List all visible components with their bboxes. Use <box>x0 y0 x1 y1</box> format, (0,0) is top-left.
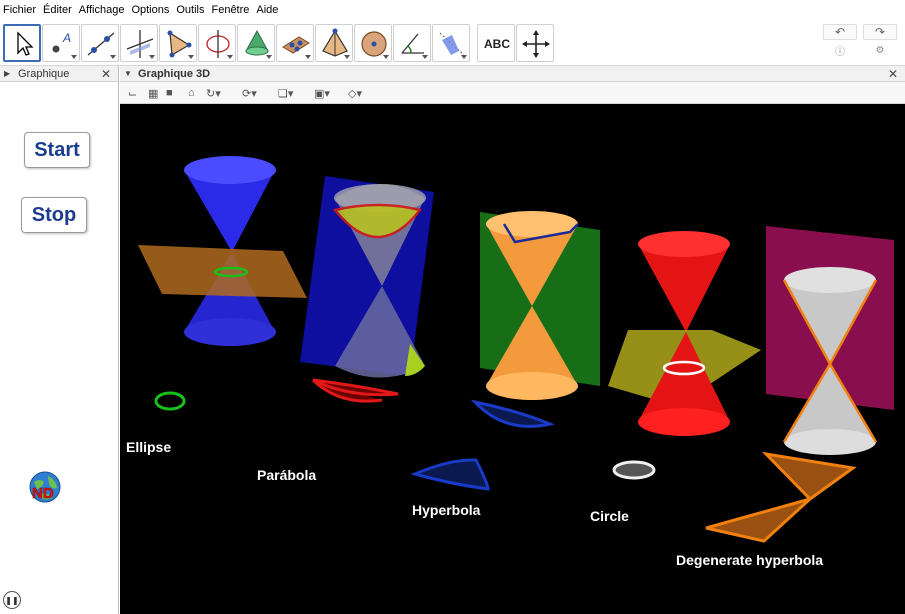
menu-fichier[interactable]: Fichier <box>3 4 36 16</box>
hyperbola-section-lower <box>410 458 490 491</box>
projection-icon[interactable]: ▣▾ <box>314 86 330 100</box>
clipping-icon[interactable]: ❏▾ <box>278 86 293 100</box>
close-icon[interactable]: ✕ <box>101 67 111 81</box>
globe-logo-icon: ND <box>29 471 61 503</box>
help-icon[interactable]: ⓘ <box>832 43 848 58</box>
pause-animation-button[interactable]: ❚❚ <box>3 591 21 609</box>
circle-cone-group <box>608 231 761 436</box>
graphics-3d-header: ▼ Graphique 3D ✕ <box>120 66 905 82</box>
parabola-cone-group <box>300 176 434 378</box>
ellipse-cone-group <box>138 156 307 346</box>
menu-aide[interactable]: Aide <box>256 4 278 16</box>
conic-sections-scene <box>138 156 894 543</box>
tool-sphere[interactable] <box>354 24 392 62</box>
tool-perpendicular[interactable] <box>120 24 158 62</box>
settings-icon[interactable]: ⚙ <box>872 43 888 57</box>
close-icon[interactable]: ✕ <box>888 67 898 81</box>
3d-canvas[interactable]: Ellipse Parábola Hyperbola Circle Degene… <box>120 104 905 614</box>
label-ellipse: Ellipse <box>126 439 172 455</box>
tool-line[interactable] <box>81 24 119 62</box>
stop-button[interactable]: Stop <box>21 197 87 233</box>
label-circle: Circle <box>590 508 629 524</box>
degenerate-cone-group <box>766 226 894 455</box>
svg-text:A: A <box>62 31 71 45</box>
text-tool-icon: ABC <box>484 37 510 51</box>
redo-icon[interactable]: ↷ <box>863 24 897 40</box>
view-direction-icon[interactable]: ◇▾ <box>348 86 362 100</box>
graphics-panel: ▶ Graphique ✕ Start Stop ND ❚❚ <box>0 66 119 614</box>
graphics-panel-header: ▶ Graphique ✕ <box>0 66 118 82</box>
tool-intersect[interactable] <box>198 24 236 62</box>
menu-affichage[interactable]: Affichage <box>79 4 125 16</box>
collapse-arrow-icon[interactable]: ▼ <box>124 69 132 78</box>
rotate-view-icon[interactable]: ↻▾ <box>206 86 221 100</box>
logo-text: ND <box>32 485 54 502</box>
tool-text[interactable]: ABC <box>477 24 515 62</box>
degenerate-section-upper <box>761 451 857 501</box>
hyperbola-section-upper <box>470 399 556 428</box>
move-arrow-icon <box>17 31 34 56</box>
menu-options[interactable]: Options <box>131 4 169 16</box>
label-hyperbola: Hyperbola <box>412 502 481 518</box>
label-parabola: Parábola <box>257 467 317 483</box>
grid-toggle-icon[interactable]: ▦ <box>148 86 158 100</box>
label-degenerate-hyperbola: Degenerate hyperbola <box>676 552 824 568</box>
style-bar: ⌙ ▦ ■ ⌂ ↻▾ ⟳▾ ❏▾ ▣▾ ◇▾ <box>120 82 905 104</box>
graphics-panel-title: Graphique <box>18 68 70 80</box>
toolbar: A ABC ↶ ↷ ⓘ ⚙ <box>0 20 905 66</box>
move-view-icon <box>522 30 550 58</box>
ellipse-section <box>154 391 186 411</box>
hyperbola-cone-group <box>480 211 600 400</box>
graphics-3d-panel: ▼ Graphique 3D ✕ ⌙ ▦ ■ ⌂ ↻▾ ⟳▾ ❏▾ ▣▾ ◇▾ <box>120 66 905 614</box>
degenerate-section-lower <box>705 497 812 543</box>
home-icon[interactable]: ⌂ <box>188 86 195 100</box>
menu-editer[interactable]: Éditer <box>43 4 72 16</box>
animation-icon[interactable]: ⟳▾ <box>242 86 257 100</box>
plane-toggle-icon[interactable]: ■ <box>166 86 173 100</box>
tool-reflect[interactable] <box>432 24 470 62</box>
tool-pyramid[interactable] <box>315 24 353 62</box>
tool-plane[interactable] <box>276 24 314 62</box>
circle-section <box>612 460 656 480</box>
graphics-3d-title: Graphique 3D <box>138 68 211 80</box>
menu-bar: Fichier Éditer Affichage Options Outils … <box>0 0 905 20</box>
tool-point[interactable]: A <box>42 24 80 62</box>
expand-arrow-icon[interactable]: ▶ <box>4 69 10 78</box>
tool-polygon[interactable] <box>159 24 197 62</box>
tool-move-view[interactable] <box>516 24 554 62</box>
tool-move[interactable] <box>3 24 41 62</box>
start-button[interactable]: Start <box>24 132 90 168</box>
tool-angle[interactable] <box>393 24 431 62</box>
menu-outils[interactable]: Outils <box>176 4 204 16</box>
undo-icon[interactable]: ↶ <box>823 24 857 40</box>
geogebra-window: Fichier Éditer Affichage Options Outils … <box>0 0 905 614</box>
tool-cone[interactable] <box>237 24 275 62</box>
axes-toggle-icon[interactable]: ⌙ <box>128 86 137 100</box>
menu-fenetre[interactable]: Fenêtre <box>211 4 249 16</box>
parabola-section <box>311 378 399 403</box>
